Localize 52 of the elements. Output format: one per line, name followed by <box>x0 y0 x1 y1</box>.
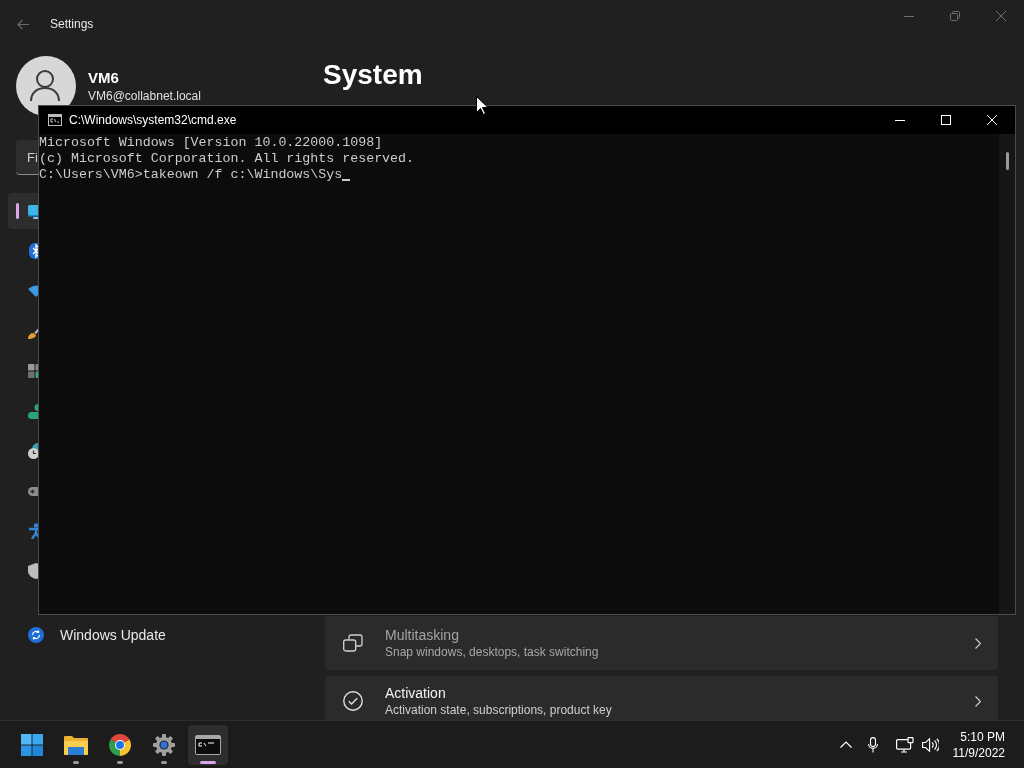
terminal-icon <box>195 734 221 755</box>
close-icon <box>987 115 997 125</box>
gear-icon <box>153 733 175 756</box>
accessibility-person-icon <box>28 523 38 539</box>
console-line: (c) Microsoft Corporation. All rights reserved. <box>39 151 415 167</box>
chevron-up-icon <box>840 741 852 748</box>
monitor-icon <box>896 736 914 753</box>
check-circle-icon <box>343 691 363 711</box>
chevron-right-icon <box>975 695 981 707</box>
folder-icon <box>64 734 88 755</box>
shield-icon <box>28 563 38 579</box>
text-cursor-icon <box>342 179 351 181</box>
scrollbar-thumb[interactable] <box>1005 152 1009 170</box>
close-icon <box>996 11 1006 21</box>
settings-card[interactable]: Activation Activation state, subscriptions, product key <box>325 676 998 720</box>
console-app-icon <box>48 114 62 126</box>
selection-indicator <box>16 203 19 219</box>
people-icon <box>28 403 38 419</box>
card-title: Multitasking <box>385 626 460 644</box>
window-title: Settings <box>50 16 94 33</box>
speaker-icon <box>921 737 939 752</box>
back-arrow-icon <box>17 18 29 30</box>
nav-item[interactable]: Windows Update <box>8 617 208 653</box>
overlapping-squares-icon <box>343 634 363 652</box>
clock-time: 5:10 PM <box>960 728 1005 745</box>
console-line: C:\Users\VM6>takeown /f c:\Windows\Sys <box>39 167 343 183</box>
card-subtitle: Snap windows, desktops, task switching <box>385 644 599 660</box>
maximize-icon <box>941 115 951 125</box>
user-name: VM6 <box>88 68 120 88</box>
console-title: C:\Windows\system32\cmd.exe <box>69 112 237 129</box>
apps-icon <box>28 363 38 379</box>
restore-icon <box>950 11 960 21</box>
search-field[interactable]: Fi <box>16 140 38 175</box>
wifi-icon <box>28 283 38 299</box>
taskbar-app-button[interactable] <box>188 724 228 765</box>
minimize-icon <box>895 119 905 121</box>
card-title: Activation <box>385 684 447 702</box>
display-icon <box>28 203 38 219</box>
page-title: System <box>323 58 423 92</box>
sync-icon <box>28 627 44 643</box>
card-subtitle: Activation state, subscriptions, product key <box>385 702 612 718</box>
nav-item[interactable] <box>8 193 38 229</box>
scrollbar[interactable] <box>999 134 1015 614</box>
browser-icon <box>109 733 131 756</box>
user-email: VM6@collabnet.local <box>88 88 201 104</box>
clock-date: 11/9/2022 <box>952 744 1005 761</box>
minimize-icon <box>904 15 914 17</box>
chevron-right-icon <box>975 637 981 649</box>
settings-card[interactable]: Multitasking Snap windows, desktops, task switching <box>325 616 998 670</box>
console-line: Microsoft Windows [Version 10.0.22000.1098] <box>39 135 383 151</box>
four-squares-logo-icon <box>21 733 43 756</box>
microphone-icon <box>868 736 878 753</box>
